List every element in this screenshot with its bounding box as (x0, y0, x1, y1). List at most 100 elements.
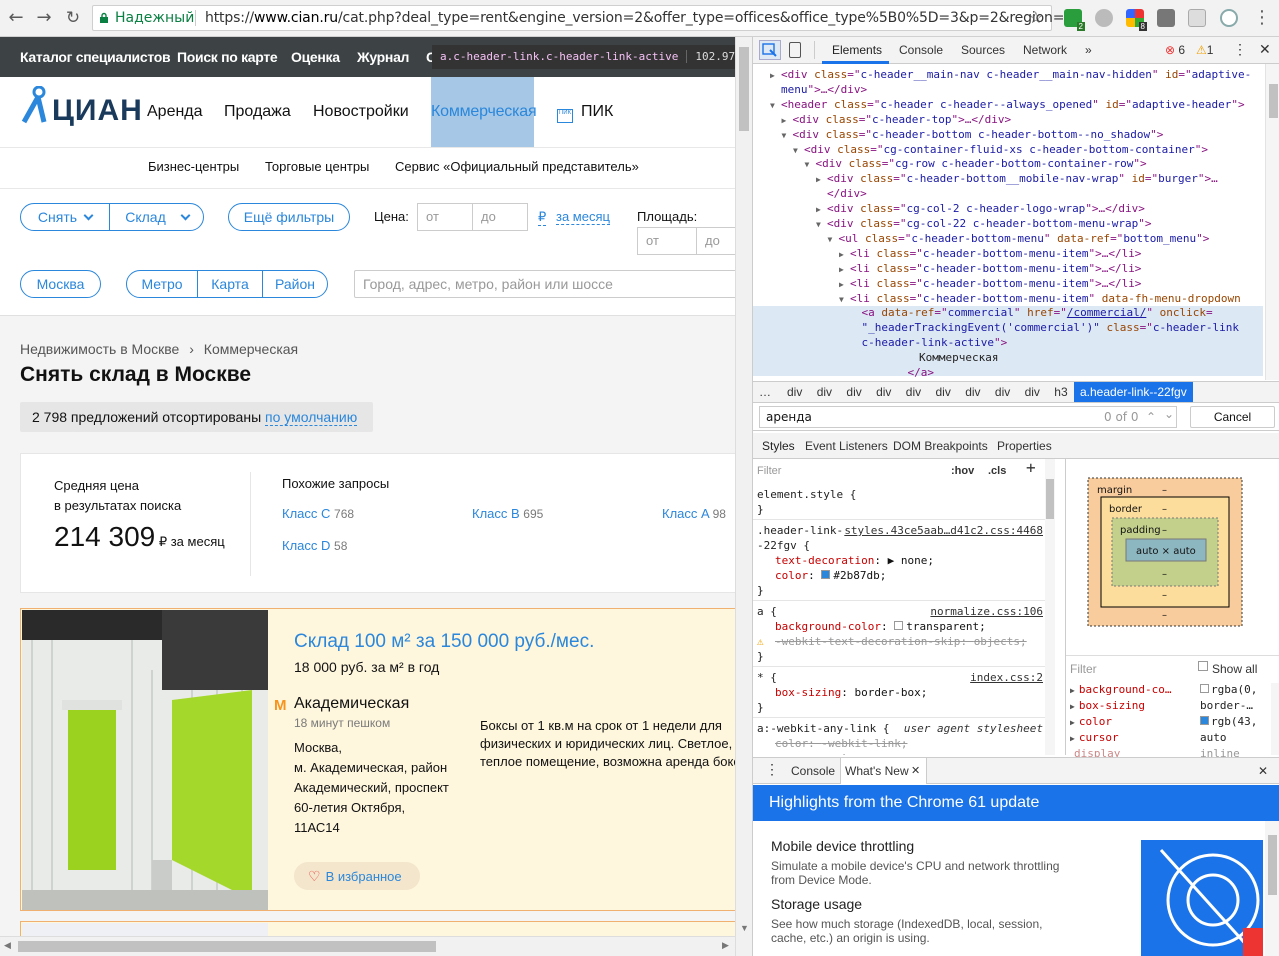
dom-search-input[interactable]: аренда 0 of 0 ⌃ ⌄ (759, 406, 1177, 428)
style-rule-source[interactable]: user agent stylesheet (904, 721, 1043, 736)
dom-node-line[interactable]: "_headerTrackingEvent('commercial')" cla… (862, 321, 1240, 336)
style-property[interactable]: color: #2b87db; (775, 568, 886, 583)
style-rule-selector[interactable]: a { (757, 604, 777, 619)
currency-selector[interactable]: ₽ (538, 209, 547, 226)
reload-button[interactable]: ↻ (63, 8, 83, 28)
drawer-tab-whats-new[interactable]: What's New (845, 764, 909, 778)
period-selector[interactable]: за месяц (556, 209, 610, 225)
collapse-arrow-icon[interactable]: ▼ (770, 99, 775, 114)
vertical-scrollbar[interactable]: ▼ (735, 37, 752, 956)
styles-scrollbar[interactable] (1045, 459, 1055, 755)
nav-pik[interactable]: ПИК ПИК (557, 103, 613, 123)
dom-breadcrumb-item[interactable]: a.header-link--22fgv (1074, 382, 1193, 402)
extension-bag-icon[interactable] (1157, 9, 1175, 27)
breadcrumb-realty-moscow[interactable]: Недвижимость в Москве (20, 341, 179, 357)
scroll-left-icon[interactable]: ◀ (4, 940, 11, 951)
style-property[interactable]: color: -webkit-link; (775, 736, 907, 751)
dom-breadcrumb-item[interactable]: h3 (1054, 385, 1067, 399)
dom-breadcrumb-item[interactable]: div (876, 385, 891, 399)
styles-pane[interactable]: Filter :hov .cls + element.style {} .head… (753, 459, 1055, 755)
hscroll-thumb[interactable] (18, 941, 436, 952)
dom-breadcrumb-item[interactable]: div (846, 385, 861, 399)
expand-arrow-icon[interactable]: ▶ (839, 248, 844, 263)
nav-sale[interactable]: Продажа (224, 103, 291, 121)
dom-node-line[interactable]: menu">…</div> (781, 83, 867, 98)
query-class-b[interactable]: Класс B 695 (472, 506, 543, 521)
query-class-d[interactable]: Класс D 58 (282, 538, 347, 553)
extension-colorful-icon[interactable]: 8 (1126, 9, 1147, 31)
nav-rent[interactable]: Аренда (147, 103, 203, 121)
computed-property[interactable]: ▶ cursor auto (1070, 731, 1266, 744)
dom-breadcrumb-item[interactable]: div (995, 385, 1010, 399)
style-rule-selector[interactable]: element.style { (757, 487, 856, 502)
nav-valuation[interactable]: Оценка (291, 49, 340, 65)
price-from-input[interactable]: от (417, 203, 473, 231)
dom-breadcrumb-item[interactable]: div (936, 385, 951, 399)
forward-button[interactable]: → (34, 8, 54, 28)
error-count[interactable]: ⊗ 6 (1165, 43, 1185, 57)
tab-dom-breakpoints[interactable]: DOM Breakpoints (893, 439, 988, 453)
metro-button[interactable]: Метро (127, 271, 197, 297)
dom-node-line[interactable]: ▶ <div class="c-header__main-nav c-header… (770, 68, 1251, 83)
deal-type-dropdown[interactable]: Снять (21, 204, 109, 230)
location-search-input[interactable]: Город, адрес, метро, район или шоссе (354, 270, 752, 298)
drawer-scrollbar[interactable] (1265, 821, 1279, 956)
expand-arrow-icon[interactable]: ▶ (1070, 702, 1075, 711)
extension-green-icon[interactable]: 2 (1064, 9, 1085, 31)
city-button[interactable]: Москва (20, 270, 101, 298)
style-rule-selector[interactable]: .header-link- (757, 523, 843, 538)
expand-arrow-icon[interactable]: ▶ (1070, 718, 1075, 727)
tab-styles[interactable]: Styles (762, 439, 795, 453)
extension-swirl-icon[interactable] (1220, 9, 1238, 27)
more-filters-button[interactable]: Ещё фильтры (228, 203, 350, 231)
breadcrumb-commercial[interactable]: Коммерческая (204, 341, 298, 357)
collapse-arrow-icon[interactable]: ▼ (816, 218, 821, 233)
new-style-rule-icon[interactable]: + (1026, 460, 1036, 476)
dom-node-line[interactable]: <a data-ref="commercial" href="/commerci… (862, 306, 1213, 321)
tab-properties[interactable]: Properties (997, 439, 1052, 453)
tab-network[interactable]: Network (1023, 43, 1067, 57)
color-swatch[interactable] (821, 570, 831, 579)
dom-node-line[interactable]: ▶ <li class="c-header-bottom-menu-item">…… (839, 262, 1141, 277)
styles-filter-input[interactable]: Filter (757, 464, 781, 479)
expand-arrow-icon[interactable]: ▶ (816, 173, 821, 188)
dom-node-line[interactable]: ▶ <div class="cg-col-2 c-header-logo-wrap… (816, 202, 1145, 217)
collapse-arrow-icon[interactable]: ▼ (782, 129, 787, 144)
url-text[interactable]: https://www.cian.ru/cat.php?deal_type=re… (205, 10, 1073, 26)
style-property[interactable]: -webkit-text-decoration-skip: objects; (775, 634, 1027, 649)
close-drawer-icon[interactable]: ✕ (1258, 764, 1268, 778)
listing-title[interactable]: Склад 100 м² за 150 000 руб./мес. (294, 631, 594, 653)
horizontal-scrollbar[interactable]: ◀ ▶ (0, 936, 735, 956)
secure-indicator[interactable]: Надежный (99, 10, 194, 26)
district-button[interactable]: Район (263, 271, 327, 297)
query-class-c[interactable]: Класс C 768 (282, 506, 354, 521)
address-bar[interactable]: Надежный https://www.cian.ru/cat.php?dea… (92, 5, 1073, 31)
dom-node-line[interactable]: c-header-link-active"> (862, 336, 1008, 351)
dom-node-line[interactable]: ▼ <div class="cg-col-22 c-header-bottom-m… (816, 217, 1152, 232)
nav-newbuilds[interactable]: Новостройки (313, 103, 409, 121)
cian-logo[interactable]: ЦИАН (20, 85, 142, 129)
color-swatch[interactable] (894, 621, 904, 630)
expand-arrow-icon[interactable]: ▶ (1070, 734, 1075, 743)
expand-arrow-icon[interactable]: ▶ (839, 278, 844, 293)
collapse-arrow-icon[interactable]: ▼ (805, 158, 810, 173)
expand-arrow-icon[interactable]: ▶ (816, 203, 821, 218)
computed-scrollbar[interactable] (1271, 683, 1279, 755)
dom-node-line[interactable]: ▶ <li class="c-header-bottom-menu-item">…… (839, 247, 1141, 262)
news-item[interactable]: Mobile device throttling Simulate a mobi… (771, 838, 1059, 887)
subnav-shopping-centers[interactable]: Торговые центры (265, 159, 369, 174)
style-property[interactable]: cursor: auto; (775, 751, 861, 755)
nav-specialists[interactable]: Каталог специалистов (20, 49, 171, 65)
dom-node-line[interactable]: ▼ <li class="c-header-bottom-menu-item" d… (839, 292, 1241, 307)
listing-card[interactable]: Склад 100 м² за 150 000 руб./мес. 18 000… (20, 608, 752, 911)
dom-node-line[interactable]: ▶ <li class="c-header-bottom-menu-item">…… (839, 277, 1141, 292)
style-rule-source[interactable]: normalize.css:106 (930, 604, 1043, 619)
dom-tree[interactable]: ▶ <div class="c-header__main-nav c-header… (753, 64, 1279, 380)
show-all-checkbox[interactable] (1198, 661, 1208, 671)
dom-node-line[interactable]: ▼ <div class="cg-container-fluid-xs c-hea… (793, 143, 1208, 158)
search-prev-icon[interactable]: ⌃ (1146, 407, 1156, 427)
dom-breadcrumb-item[interactable]: div (787, 385, 802, 399)
close-devtools-icon[interactable]: ✕ (1259, 41, 1271, 58)
map-button[interactable]: Карта (198, 271, 262, 297)
dom-node-line[interactable]: ▶ <div class="c-header-top">…</div> (782, 113, 1012, 128)
